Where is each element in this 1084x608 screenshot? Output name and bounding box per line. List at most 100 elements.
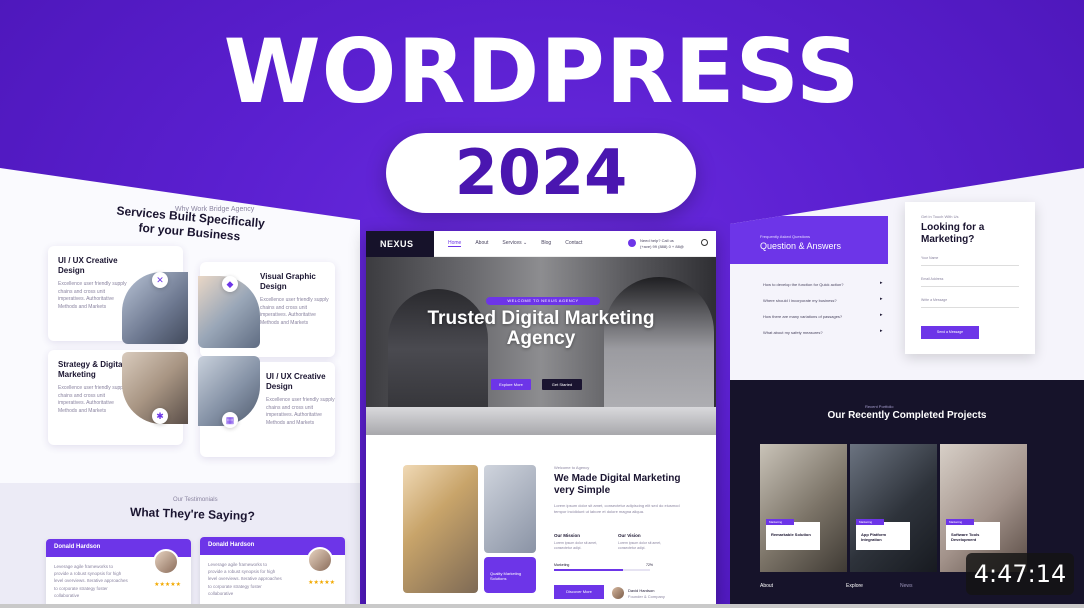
service-title: Visual Graphic Design [260, 272, 316, 291]
site-logo[interactable]: NEXUS [366, 231, 434, 257]
nav-item-about[interactable]: About [475, 240, 488, 247]
progress-value: 72% [646, 563, 654, 567]
hero-title: Trusted Digital Marketing Agency [427, 308, 655, 349]
about-photo [484, 465, 536, 553]
footer-link-news[interactable]: News [900, 583, 913, 589]
nav-item-services[interactable]: Services ⌄ [502, 240, 527, 247]
hero-section: WELCOME TO NEXUS AGENCY Trusted Digital … [366, 257, 716, 439]
marketing-icon: ✱ [152, 408, 168, 424]
progress-fill [554, 569, 624, 571]
testimonial-card: Donald Hardson Leverage agile frameworks… [46, 539, 191, 608]
faq-item[interactable]: Where should I incorporate my business? [763, 298, 837, 303]
form-tag: Get in Touch With Us [921, 214, 959, 219]
explore-button[interactable]: Explore More [491, 379, 531, 390]
video-progress-bar[interactable] [0, 604, 1084, 608]
avatar [153, 549, 179, 575]
service-desc: Excellence user friendly supply chains a… [260, 297, 329, 326]
design-icon: ✕ [152, 272, 168, 288]
faq-item[interactable]: How there are many variations of passage… [763, 314, 842, 319]
project-tag: Marketing [766, 519, 794, 525]
qa-tag: Frequently Asked Questions [760, 234, 811, 239]
qa-header: Frequently Asked Questions Question & An… [730, 216, 888, 264]
project-tag: Marketing [856, 519, 884, 525]
about-heading: We Made Digital Marketing very Simple [554, 473, 681, 496]
footer-link-explore[interactable]: Explore [846, 583, 863, 589]
phone-number: (+ave) 99 (888) 0 + 88@ [640, 243, 684, 249]
welcome-badge: WELCOME TO NEXUS AGENCY [486, 297, 600, 305]
feature-mission-desc: Lorem ipsum dolor sit amet, consectetur … [554, 541, 598, 551]
footer-link-about[interactable]: About [760, 583, 773, 589]
feature-vision: Our Vision [618, 533, 641, 538]
project-card[interactable]: Marketing App Platform Integration [850, 444, 937, 572]
right-website-mockup: Frequently Asked Questions Question & An… [730, 168, 1084, 608]
get-started-button[interactable]: Get Started [542, 379, 582, 390]
about-photo [403, 465, 478, 593]
feature-vision-desc: Lorem ipsum dolor sit amet, consectetur … [618, 541, 662, 551]
nav-menu: Home About Services ⌄ Blog Contact [448, 240, 582, 247]
nav-item-home[interactable]: Home [448, 240, 462, 247]
center-website-mockup: NEXUS Home About Services ⌄ Blog Contact… [366, 231, 716, 608]
testimonials-section: Our Testimonials What They're Saying? Do… [0, 483, 360, 608]
project-caption: Marketing Software Tools Development [946, 519, 1000, 550]
chevron-right-icon[interactable]: ▸ [880, 328, 883, 334]
video-duration-badge: 4:47:14 [966, 553, 1074, 595]
project-caption: Marketing Remarkable Solution [766, 519, 820, 550]
service-desc: Excellence user friendly supply chains a… [266, 397, 335, 426]
phone-contact: Need help? Call us (+ave) 99 (888) 0 + 8… [640, 238, 684, 249]
project-title: Software Tools Development [951, 532, 980, 543]
left-website-mockup: Why Work Bridge Agency Services Built Sp… [0, 168, 360, 608]
project-title: Remarkable Solution [771, 532, 811, 537]
avatar [612, 587, 624, 599]
testimonials-heading: What They're Saying? [129, 504, 256, 524]
projects-heading: Our Recently Completed Projects [827, 410, 987, 421]
testimonial-text: Leverage agile frameworks to provide a r… [208, 562, 282, 596]
design-icon: ▦ [222, 412, 238, 428]
form-heading: Looking for a Marketing? [921, 222, 985, 245]
email-field[interactable]: Email Address [921, 273, 1019, 287]
service-desc: Excellence user friendly supply chains a… [58, 385, 127, 414]
project-caption: Marketing App Platform Integration [856, 519, 910, 550]
name-field[interactable]: Your Name [921, 252, 1019, 266]
service-desc: Excellence user friendly supply chains a… [58, 281, 127, 310]
chevron-right-icon[interactable]: ▸ [880, 312, 883, 318]
chevron-right-icon[interactable]: ▸ [880, 280, 883, 286]
rating-stars: ★★★★★ [154, 582, 181, 588]
search-icon[interactable] [701, 239, 708, 246]
feature-mission: Our Mission [554, 533, 581, 538]
testimonial-text: Leverage agile frameworks to provide a r… [54, 564, 128, 598]
avatar [307, 547, 333, 573]
author-role: Founder & Company [628, 593, 665, 599]
projects-tag: Recent Portfolio [865, 404, 894, 409]
service-title: UI / UX Creative Design [58, 256, 118, 275]
discover-button[interactable]: Discover More [554, 585, 604, 599]
phone-icon [628, 239, 636, 247]
progress-bar [554, 569, 650, 571]
chevron-right-icon[interactable]: ▸ [880, 296, 883, 302]
project-card[interactable]: Marketing Remarkable Solution [760, 444, 847, 572]
testimonials-tag: Our Testimonials [173, 497, 218, 503]
hero-table [366, 407, 716, 435]
faq-item[interactable]: How to develop the function for Quick ac… [763, 282, 844, 287]
faq-item[interactable]: What about my safety measures? [763, 330, 823, 335]
rating-stars: ★★★★★ [308, 580, 335, 586]
service-title: UI / UX Creative Design [266, 372, 326, 391]
nav-item-contact[interactable]: Contact [565, 240, 582, 247]
author-info: David Hardson Founder & Company [628, 588, 665, 599]
project-title: App Platform Integration [861, 532, 887, 543]
site-navbar: NEXUS Home About Services ⌄ Blog Contact… [366, 231, 716, 257]
about-tag: Welcome to Agency [554, 465, 590, 470]
thumbnail-title: WORDPRESS [223, 20, 861, 123]
nav-item-blog[interactable]: Blog [541, 240, 551, 247]
testimonial-card: Donald Hardson Leverage agile frameworks… [200, 537, 345, 608]
qa-heading: Question & Answers [760, 241, 842, 251]
graphic-icon: ◆ [222, 276, 238, 292]
project-tag: Marketing [946, 519, 974, 525]
service-title: Strategy & Digital Marketing [58, 360, 125, 379]
about-description: Lorem ipsum dolor sit amet, consectetur … [554, 503, 680, 514]
progress-label: Marketing [554, 563, 570, 567]
message-field[interactable]: Write a Message [921, 294, 1019, 308]
send-message-button[interactable]: Send a Message [921, 326, 979, 339]
about-section: Quality Marketing Solutions Welcome to A… [366, 435, 716, 608]
contact-form: Get in Touch With Us Looking for a Marke… [905, 202, 1035, 354]
year-badge: 2024 [386, 133, 696, 213]
